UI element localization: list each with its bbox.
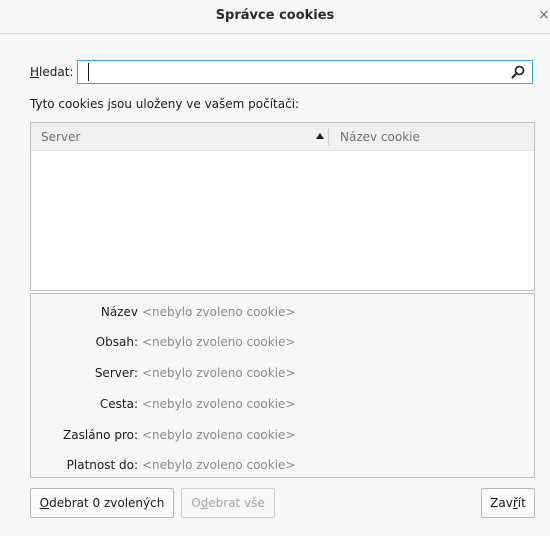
title-bar: Správce cookies ×: [0, 0, 550, 34]
detail-row-path: Cesta: <nebylo zvoleno cookie>: [31, 397, 534, 413]
window-title: Správce cookies: [215, 8, 335, 23]
detail-value: <nebylo zvoleno cookie>: [142, 305, 296, 319]
search-input[interactable]: [88, 63, 489, 81]
search-label-text: ledat:: [39, 65, 74, 79]
stored-cookies-label: Tyto cookies jsou uloženy ve vašem počít…: [30, 97, 300, 111]
sort-up-icon: [316, 133, 324, 139]
search-icon[interactable]: [510, 64, 526, 80]
detail-row-name: Název <nebylo zvoleno cookie>: [31, 305, 534, 321]
detail-value: <nebylo zvoleno cookie>: [142, 458, 296, 472]
column-header-server[interactable]: Server: [41, 130, 80, 144]
detail-label: Cesta:: [99, 397, 138, 411]
close-button[interactable]: Zavřít: [481, 488, 535, 518]
detail-row-sent-for: Zasláno pro: <nebylo zvoleno cookie>: [31, 428, 534, 444]
search-field[interactable]: [77, 60, 533, 84]
detail-label: Zasláno pro:: [63, 428, 138, 442]
remove-all-label-pre: O: [191, 496, 201, 510]
remove-all-label: ebrat vše: [208, 496, 265, 510]
detail-label: Název: [100, 305, 138, 319]
detail-row-server: Server: <nebylo zvoleno cookie>: [31, 366, 534, 382]
search-label: Hledat:: [30, 65, 73, 79]
detail-label: Obsah:: [95, 335, 138, 349]
cookie-table[interactable]: Server Název cookie: [30, 122, 535, 291]
remove-selected-accesskey: O: [39, 496, 50, 510]
detail-value: <nebylo zvoleno cookie>: [142, 397, 296, 411]
table-header: Server Název cookie: [31, 123, 534, 151]
detail-row-expires: Platnost do: <nebylo zvoleno cookie>: [31, 458, 534, 474]
detail-label: Platnost do:: [66, 458, 138, 472]
detail-row-content: Obsah: <nebylo zvoleno cookie>: [31, 335, 534, 351]
close-label: ít: [517, 496, 526, 510]
column-header-cookie-name[interactable]: Název cookie: [340, 130, 420, 144]
remove-selected-label: debrat 0 zvolených: [49, 496, 165, 510]
detail-value: <nebylo zvoleno cookie>: [142, 335, 296, 349]
cookie-manager-dialog: Správce cookies × Hledat: Tyto cookies j…: [0, 0, 550, 536]
cookie-details-panel: Název <nebylo zvoleno cookie> Obsah: <ne…: [30, 293, 535, 478]
detail-label: Server:: [94, 366, 138, 380]
close-label-pre: Zav: [490, 496, 513, 510]
remove-selected-button[interactable]: Odebrat 0 zvolených: [30, 488, 174, 518]
detail-value: <nebylo zvoleno cookie>: [142, 366, 296, 380]
close-icon[interactable]: ×: [538, 6, 550, 24]
search-label-accesskey: H: [30, 65, 40, 79]
remove-all-button[interactable]: Odebrat vše: [181, 488, 275, 518]
detail-value: <nebylo zvoleno cookie>: [142, 428, 296, 442]
column-divider[interactable]: [328, 128, 329, 145]
